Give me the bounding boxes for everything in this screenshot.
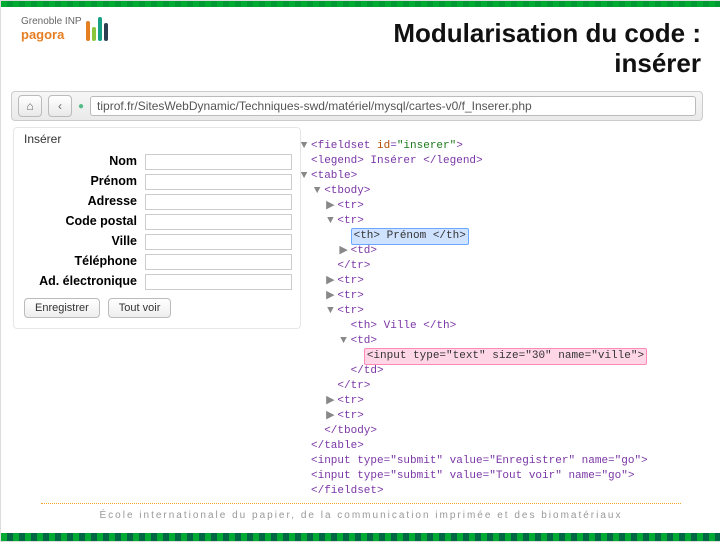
code-line: </table> — [299, 439, 697, 454]
title-line1: Modularisation du code : — [393, 19, 701, 49]
collapse-icon[interactable]: ▶ — [325, 409, 335, 424]
highlighted-th-prenom: <th> Prénom </th> — [351, 228, 469, 245]
form-row: Ville — [22, 232, 292, 250]
form-row: Nom — [22, 152, 292, 170]
code-line: ▶<tr> — [299, 394, 697, 409]
code-line: </tr> — [299, 259, 697, 274]
expand-icon[interactable]: ▼ — [325, 304, 335, 319]
form-row: Prénom — [22, 172, 292, 190]
brand-bars-icon — [86, 17, 108, 41]
input-ville[interactable] — [145, 234, 292, 250]
code-line: ▼<td> — [299, 334, 697, 349]
expand-icon[interactable]: ▼ — [299, 169, 309, 184]
form-row: Adresse — [22, 192, 292, 210]
code-line: ▼<table> — [299, 169, 697, 184]
code-line: <input type="submit" value="Tout voir" n… — [299, 469, 697, 484]
collapse-icon[interactable]: ▶ — [325, 199, 335, 214]
brand-line1: Grenoble INP — [21, 17, 82, 28]
label-ville: Ville — [22, 234, 145, 248]
slide-title: Modularisation du code : insérer — [393, 19, 701, 79]
code-line: ▼<fieldset id="inserer"> — [299, 139, 697, 154]
input-telephone[interactable] — [145, 254, 292, 270]
brand-line2: pagora — [21, 28, 82, 42]
browser-toolbar: ⌂ ‹ ● tiprof.fr/SitesWebDynamic/Techniqu… — [11, 91, 703, 121]
form-legend: Insérer — [24, 132, 292, 146]
code-line: </tbody> — [299, 424, 697, 439]
home-button[interactable]: ⌂ — [18, 95, 42, 117]
home-icon: ⌂ — [26, 99, 33, 113]
code-line: <th> Ville </th> — [299, 319, 697, 334]
label-prenom: Prénom — [22, 174, 145, 188]
label-telephone: Téléphone — [22, 254, 145, 268]
insert-form: Insérer Nom Prénom Adresse Code postal V… — [13, 127, 301, 329]
footer-text: École internationale du papier, de la co… — [1, 510, 720, 521]
expand-icon[interactable]: ▼ — [339, 334, 349, 349]
back-icon: ‹ — [58, 99, 62, 113]
collapse-icon[interactable]: ▶ — [325, 289, 335, 304]
code-line: ▶<tr> — [299, 199, 697, 214]
viewall-button[interactable]: Tout voir — [108, 298, 172, 318]
collapse-icon[interactable]: ▶ — [339, 244, 349, 259]
code-line: ▶<td> — [299, 244, 697, 259]
brand-logo: Grenoble INP pagora — [21, 17, 108, 41]
code-line: ▼<tr> — [299, 304, 697, 319]
url-text: tiprof.fr/SitesWebDynamic/Techniques-swd… — [97, 99, 532, 113]
expand-icon[interactable]: ▼ — [299, 139, 309, 154]
code-line: <input type="text" size="30" name="ville… — [299, 349, 697, 364]
title-line2: insérer — [393, 49, 701, 79]
code-line: ▶<tr> — [299, 274, 697, 289]
input-prenom[interactable] — [145, 174, 292, 190]
site-icon: ● — [78, 101, 84, 112]
expand-icon[interactable]: ▼ — [312, 184, 322, 199]
address-bar[interactable]: tiprof.fr/SitesWebDynamic/Techniques-swd… — [90, 96, 696, 116]
code-line: ▼<tbody> — [299, 184, 697, 199]
input-email[interactable] — [145, 274, 292, 290]
code-line: ▶<tr> — [299, 289, 697, 304]
form-row: Ad. électronique — [22, 272, 292, 290]
form-row: Code postal — [22, 212, 292, 230]
label-codepostal: Code postal — [22, 214, 145, 228]
code-line: <input type="submit" value="Enregistrer"… — [299, 454, 697, 469]
code-line: <legend> Insérer </legend> — [299, 154, 697, 169]
collapse-icon[interactable]: ▶ — [325, 394, 335, 409]
input-adresse[interactable] — [145, 194, 292, 210]
expand-icon[interactable]: ▼ — [325, 214, 335, 229]
label-adresse: Adresse — [22, 194, 145, 208]
slide-footer: École internationale du papier, de la co… — [1, 497, 720, 531]
submit-button[interactable]: Enregistrer — [24, 298, 100, 318]
label-email: Ad. électronique — [22, 274, 145, 288]
code-line: ▶<tr> — [299, 409, 697, 424]
collapse-icon[interactable]: ▶ — [325, 274, 335, 289]
code-line: <th> Prénom </th> — [299, 229, 697, 244]
input-codepostal[interactable] — [145, 214, 292, 230]
form-row: Téléphone — [22, 252, 292, 270]
code-line: ▼<tr> — [299, 214, 697, 229]
top-decor-strip — [1, 1, 720, 7]
input-nom[interactable] — [145, 154, 292, 170]
code-line: </tr> — [299, 379, 697, 394]
code-line: </td> — [299, 364, 697, 379]
dom-inspector-tree: ▼<fieldset id="inserer"> <legend> Insére… — [299, 139, 697, 499]
back-button[interactable]: ‹ — [48, 95, 72, 117]
highlighted-input-ville: <input type="text" size="30" name="ville… — [364, 348, 647, 365]
label-nom: Nom — [22, 154, 145, 168]
